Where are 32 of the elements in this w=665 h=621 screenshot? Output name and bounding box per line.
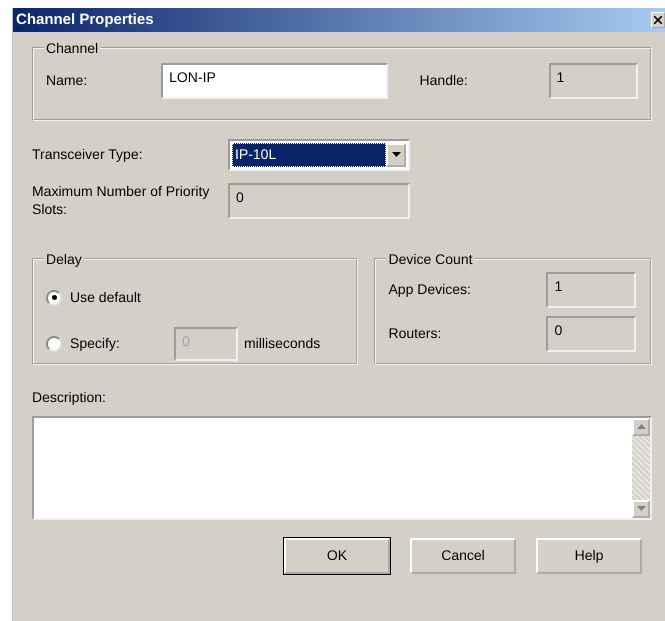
name-field[interactable]: LON-IP [161,62,388,99]
scroll-down-icon [636,506,646,512]
close-icon [654,16,662,24]
window-title: Channel Properties [16,10,154,30]
description-field[interactable] [32,416,652,520]
scrollbar[interactable] [632,418,650,518]
radio-button[interactable] [46,336,62,352]
dialog-button[interactable]: OK [284,538,390,574]
handle-field: 1 [548,62,638,99]
close-button[interactable] [651,12,665,28]
count-field: 0 [546,316,636,352]
field-label: App Devices: [388,280,472,300]
radio-button[interactable] [46,290,62,306]
dropdown-arrow-icon [392,152,400,158]
field-label: Handle: [420,71,469,90]
field-label: Name: [46,71,88,90]
field-label: Description: [32,388,107,407]
dialog-button[interactable]: Help [536,538,642,574]
radio-label[interactable]: Use default [70,287,141,308]
group-title: Channel [45,40,100,57]
group-title: Delay [45,250,83,268]
group-title: Device Count [387,250,474,268]
scroll-up-icon [636,424,646,430]
field-label: Maximum Number of Priority Slots: [32,183,210,218]
radio-label[interactable]: Specify: [70,333,174,354]
dialog-button[interactable]: Cancel [410,538,516,574]
field-label: Routers: [388,324,442,344]
count-field: 1 [546,272,636,308]
transceiver-dropdown[interactable]: IP-10L [228,138,410,171]
priority-slots-field: 0 [228,182,410,219]
field-label: Transceiver Type: [32,145,144,164]
unit-label: milliseconds [244,334,320,354]
